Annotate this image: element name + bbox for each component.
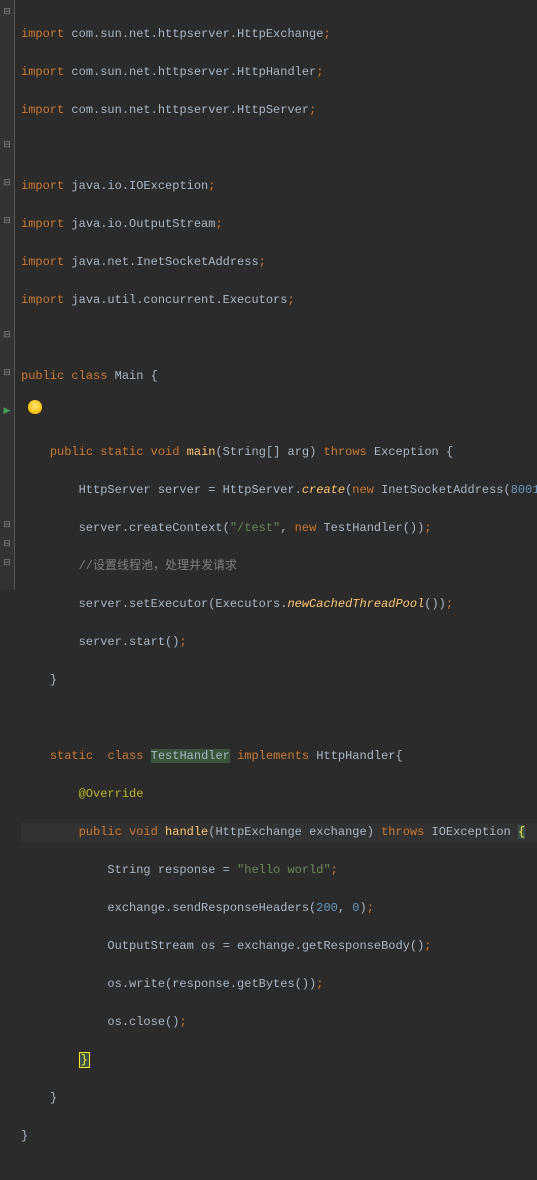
code-line: import java.util.concurrent.Executors; [21, 291, 537, 310]
code-line: } [21, 1127, 537, 1146]
current-line: public void handle(HttpExchange exchange… [21, 823, 537, 842]
fold-icon[interactable]: ⊟ [1, 6, 13, 18]
gutter: ⊟ ⊟ ⊟ ⊟ ⊟ ⊟ ▶ ⊟ ⊟ ⊟ [0, 0, 15, 590]
code-line: exchange.sendResponseHeaders(200, 0); [21, 899, 537, 918]
matched-brace: { [518, 825, 525, 839]
code-line [21, 139, 537, 158]
code-editor[interactable]: ⊟ ⊟ ⊟ ⊟ ⊟ ⊟ ▶ ⊟ ⊟ ⊟ import com.sun.net.h… [0, 0, 537, 590]
code-line: import com.sun.net.httpserver.HttpHandle… [21, 63, 537, 82]
code-line: import java.io.OutputStream; [21, 215, 537, 234]
code-line: import java.io.IOException; [21, 177, 537, 196]
code-line: os.write(response.getBytes()); [21, 975, 537, 994]
code-line: public static void main(String[] arg) th… [21, 443, 537, 462]
code-line: public class Main { [21, 367, 537, 386]
run-icon[interactable]: ▶ [1, 405, 13, 417]
code-line: //设置线程池，处理并发请求 [21, 557, 537, 576]
intention-bulb-icon[interactable] [28, 400, 42, 414]
code-line: server.createContext("/test", new TestHa… [21, 519, 537, 538]
code-area[interactable]: import com.sun.net.httpserver.HttpExchan… [15, 0, 537, 590]
code-line: import com.sun.net.httpserver.HttpExchan… [21, 25, 537, 44]
code-line [21, 709, 537, 728]
fold-icon[interactable]: ⊟ [1, 367, 13, 379]
fold-icon[interactable]: ⊟ [1, 215, 13, 227]
fold-icon[interactable]: ⊟ [1, 519, 13, 531]
code-line: server.setExecutor(Executors.newCachedTh… [21, 595, 537, 614]
code-line: static class TestHandler implements Http… [21, 747, 537, 766]
fold-icon[interactable]: ⊟ [1, 177, 13, 189]
code-line: String response = "hello world"; [21, 861, 537, 880]
code-line: server.start(); [21, 633, 537, 652]
code-line: import java.net.InetSocketAddress; [21, 253, 537, 272]
code-line [21, 329, 537, 348]
highlighted-identifier: TestHandler [151, 749, 230, 763]
fold-icon[interactable]: ⊟ [1, 329, 13, 341]
fold-icon[interactable]: ⊟ [1, 139, 13, 151]
code-line: import com.sun.net.httpserver.HttpServer… [21, 101, 537, 120]
code-line: } [21, 671, 537, 690]
fold-icon[interactable]: ⊟ [1, 557, 13, 569]
fold-icon[interactable]: ⊟ [1, 538, 13, 550]
code-line: } [21, 1051, 537, 1070]
code-line: OutputStream os = exchange.getResponseBo… [21, 937, 537, 956]
code-line: @Override [21, 785, 537, 804]
code-line [21, 405, 537, 424]
code-line: HttpServer server = HttpServer.create(ne… [21, 481, 537, 500]
code-line: } [21, 1089, 537, 1108]
code-line: os.close(); [21, 1013, 537, 1032]
caret-brace: } [79, 1052, 90, 1068]
